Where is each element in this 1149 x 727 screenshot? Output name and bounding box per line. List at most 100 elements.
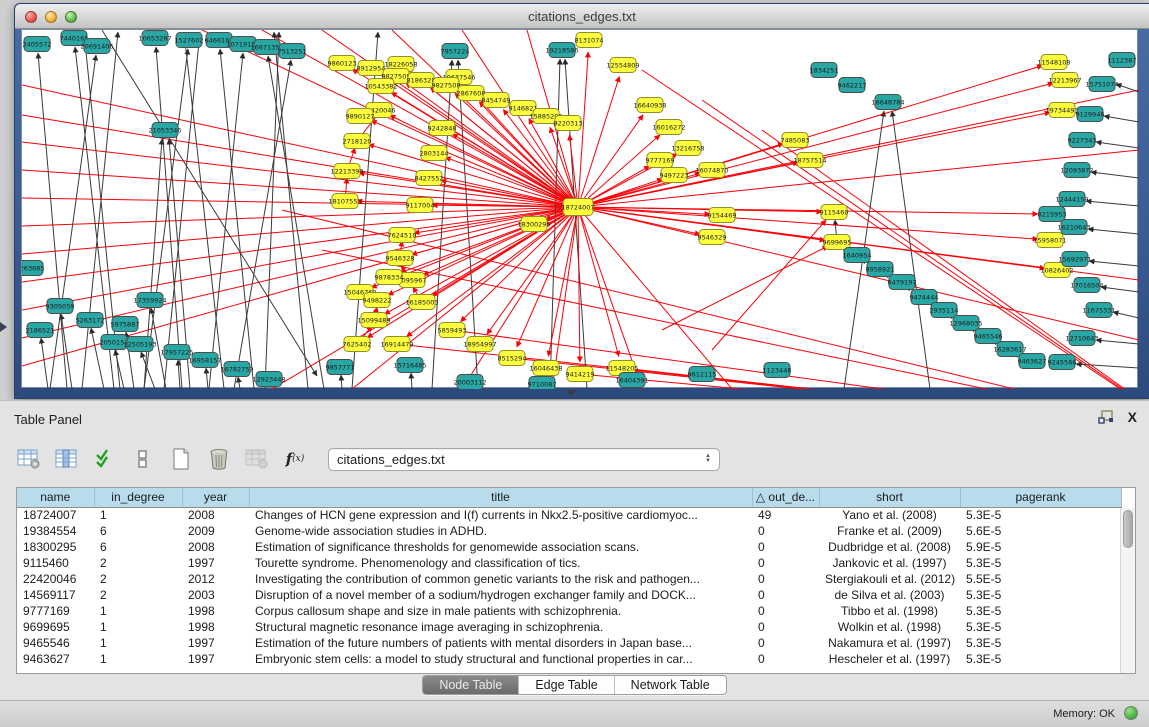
table-cell[interactable]: 2012 <box>182 571 249 587</box>
graph-node[interactable]: 9154469 <box>708 208 737 223</box>
table-cell[interactable]: Jankovic et al. (1997) <box>819 555 960 571</box>
graph-node[interactable]: 16782759 <box>220 362 253 377</box>
table-cell[interactable]: 9699695 <box>17 619 94 635</box>
graph-node[interactable]: 12213967 <box>1048 73 1081 88</box>
panel-collapse-arrow-icon[interactable] <box>0 322 7 332</box>
table-row[interactable]: 977716911998Corpus callosum shape and si… <box>17 603 1121 619</box>
graph-node[interactable]: 16016272 <box>652 120 685 135</box>
graph-node[interactable]: 15751074 <box>1085 77 1118 92</box>
graph-node[interactable]: 10543382 <box>364 79 397 94</box>
column-header-name[interactable]: name <box>17 488 94 507</box>
table-cell[interactable]: 14569117 <box>17 587 94 603</box>
graph-node[interactable]: 12093872 <box>1060 163 1093 178</box>
table-cell[interactable]: Estimation of significance thresholds fo… <box>249 539 752 555</box>
graph-node[interactable]: 13216758 <box>671 141 704 156</box>
graph-node[interactable]: 6479197 <box>888 275 917 290</box>
graph-node[interactable]: 9245566 <box>1048 355 1077 370</box>
graph-node[interactable]: 9777169 <box>646 153 675 168</box>
select-rows-icon[interactable] <box>92 446 118 472</box>
table-cell[interactable]: 1998 <box>182 619 249 635</box>
graph-node[interactable]: 12923448 <box>252 372 285 387</box>
table-cell[interactable]: 9115460 <box>17 555 94 571</box>
table-cell[interactable]: 5.3E-5 <box>960 603 1121 619</box>
table-cell[interactable]: 2 <box>94 571 182 587</box>
table-cell[interactable]: 5.3E-5 <box>960 587 1121 603</box>
graph-node[interactable]: 21053346 <box>148 123 181 138</box>
table-row[interactable]: 1456911722003Disruption of a novel membe… <box>17 587 1121 603</box>
table-cell[interactable]: Stergiakouli et al. (2012) <box>819 571 960 587</box>
graph-node[interactable]: 9220313 <box>554 116 583 131</box>
table-cell[interactable]: Tourette syndrome. Phenomenology and cla… <box>249 555 752 571</box>
graph-node[interactable]: 16640938 <box>633 98 666 113</box>
graph-node[interactable]: 9117004 <box>406 198 435 213</box>
splitter-grip-icon[interactable] <box>566 390 576 396</box>
table-cell[interactable]: 0 <box>752 635 819 651</box>
graph-node[interactable]: 15716485 <box>393 358 426 373</box>
graph-node[interactable]: 9305059 <box>46 299 75 314</box>
table-cell[interactable]: 2 <box>94 587 182 603</box>
graph-node[interactable]: 9462217 <box>838 78 867 93</box>
table-cell[interactable]: Changes of HCN gene expression and I(f) … <box>249 507 752 523</box>
graph-node[interactable]: 15692971 <box>1058 252 1091 267</box>
graph-node[interactable]: 9227343 <box>1068 133 1097 148</box>
table-cell[interactable]: 0 <box>752 587 819 603</box>
graph-node[interactable]: 16046438 <box>529 361 562 376</box>
graph-node[interactable]: 9463627 <box>1018 354 1047 369</box>
table-cell[interactable]: Corpus callosum shape and size in male p… <box>249 603 752 619</box>
table-cell[interactable]: 1 <box>94 507 182 523</box>
table-cell[interactable]: 1998 <box>182 603 249 619</box>
table-cell[interactable]: Embryonic stem cells: a model to study s… <box>249 651 752 667</box>
table-cell[interactable]: 2003 <box>182 587 249 603</box>
table-cell[interactable]: 2 <box>94 555 182 571</box>
table-cell[interactable]: Genome-wide association studies in ADHD. <box>249 523 752 539</box>
table-cell[interactable]: 0 <box>752 571 819 587</box>
graph-node[interactable]: 16404391 <box>615 373 648 388</box>
table-cell[interactable]: 6 <box>94 539 182 555</box>
memory-status-icon[interactable] <box>1124 706 1138 720</box>
graph-node[interactable]: 12505193 <box>123 337 156 352</box>
graph-node[interactable]: 2935114 <box>930 303 959 318</box>
delete-icon[interactable] <box>206 446 232 472</box>
graph-node[interactable]: 9465546 <box>974 329 1003 344</box>
graph-node[interactable]: 8215953 <box>1038 207 1067 222</box>
graph-node[interactable]: 11675331 <box>1082 303 1115 318</box>
column-header-out-de-[interactable]: △ out_de... <box>752 488 819 507</box>
column-header-short[interactable]: short <box>819 488 960 507</box>
table-cell[interactable]: 0 <box>752 539 819 555</box>
graph-node[interactable]: 7624510 <box>388 228 417 243</box>
graph-node[interactable]: 12444159 <box>1055 192 1088 207</box>
graph-node[interactable]: 17359924 <box>133 293 166 308</box>
graph-node[interactable]: 1640954 <box>843 248 872 263</box>
column-visibility-icon[interactable] <box>54 446 80 472</box>
table-cell[interactable]: Dudbridge et al. (2008) <box>819 539 960 555</box>
column-header-pagerank[interactable]: pagerank <box>960 488 1121 507</box>
graph-node[interactable]: 9414219 <box>566 367 595 382</box>
tab-node-table[interactable]: Node Table <box>423 676 519 694</box>
graph-node[interactable]: 18954997 <box>463 337 496 352</box>
table-row[interactable]: 969969511998Structural magnetic resonanc… <box>17 619 1121 635</box>
graph-node[interactable]: 9612115 <box>688 367 717 382</box>
graph-node[interactable]: 16210643 <box>1057 220 1090 235</box>
graph-node[interactable]: 5859493 <box>438 323 467 338</box>
column-header-year[interactable]: year <box>182 488 249 507</box>
graph-node[interactable]: 17016504 <box>1070 278 1103 293</box>
table-cell[interactable]: 1997 <box>182 635 249 651</box>
graph-node[interactable]: 16185003 <box>405 295 438 310</box>
table-cell[interactable]: 0 <box>752 555 819 571</box>
close-panel-icon[interactable]: X <box>1128 409 1137 425</box>
table-cell[interactable]: 19384554 <box>17 523 94 539</box>
graph-node[interactable]: 1112387 <box>1108 53 1137 68</box>
graph-node[interactable]: 9546328 <box>386 251 415 266</box>
graph-node[interactable]: 9498222 <box>363 293 392 308</box>
graph-node[interactable]: 9860123 <box>328 56 357 71</box>
graph-node[interactable]: 1123448 <box>763 363 792 378</box>
graph-node[interactable]: 9857771 <box>326 360 355 375</box>
graph-node[interactable]: 16074870 <box>695 163 728 178</box>
window-titlebar[interactable]: citations_edges.txt <box>15 4 1149 29</box>
table-cell[interactable]: Yano et al. (2008) <box>819 507 960 523</box>
graph-node[interactable]: 16914479 <box>380 337 413 352</box>
table-row[interactable]: 1938455462009Genome-wide association stu… <box>17 523 1121 539</box>
table-cell[interactable]: Franke et al. (2009) <box>819 523 960 539</box>
import-table-icon[interactable] <box>244 446 270 472</box>
graph-node[interactable]: 2405572 <box>23 37 52 52</box>
